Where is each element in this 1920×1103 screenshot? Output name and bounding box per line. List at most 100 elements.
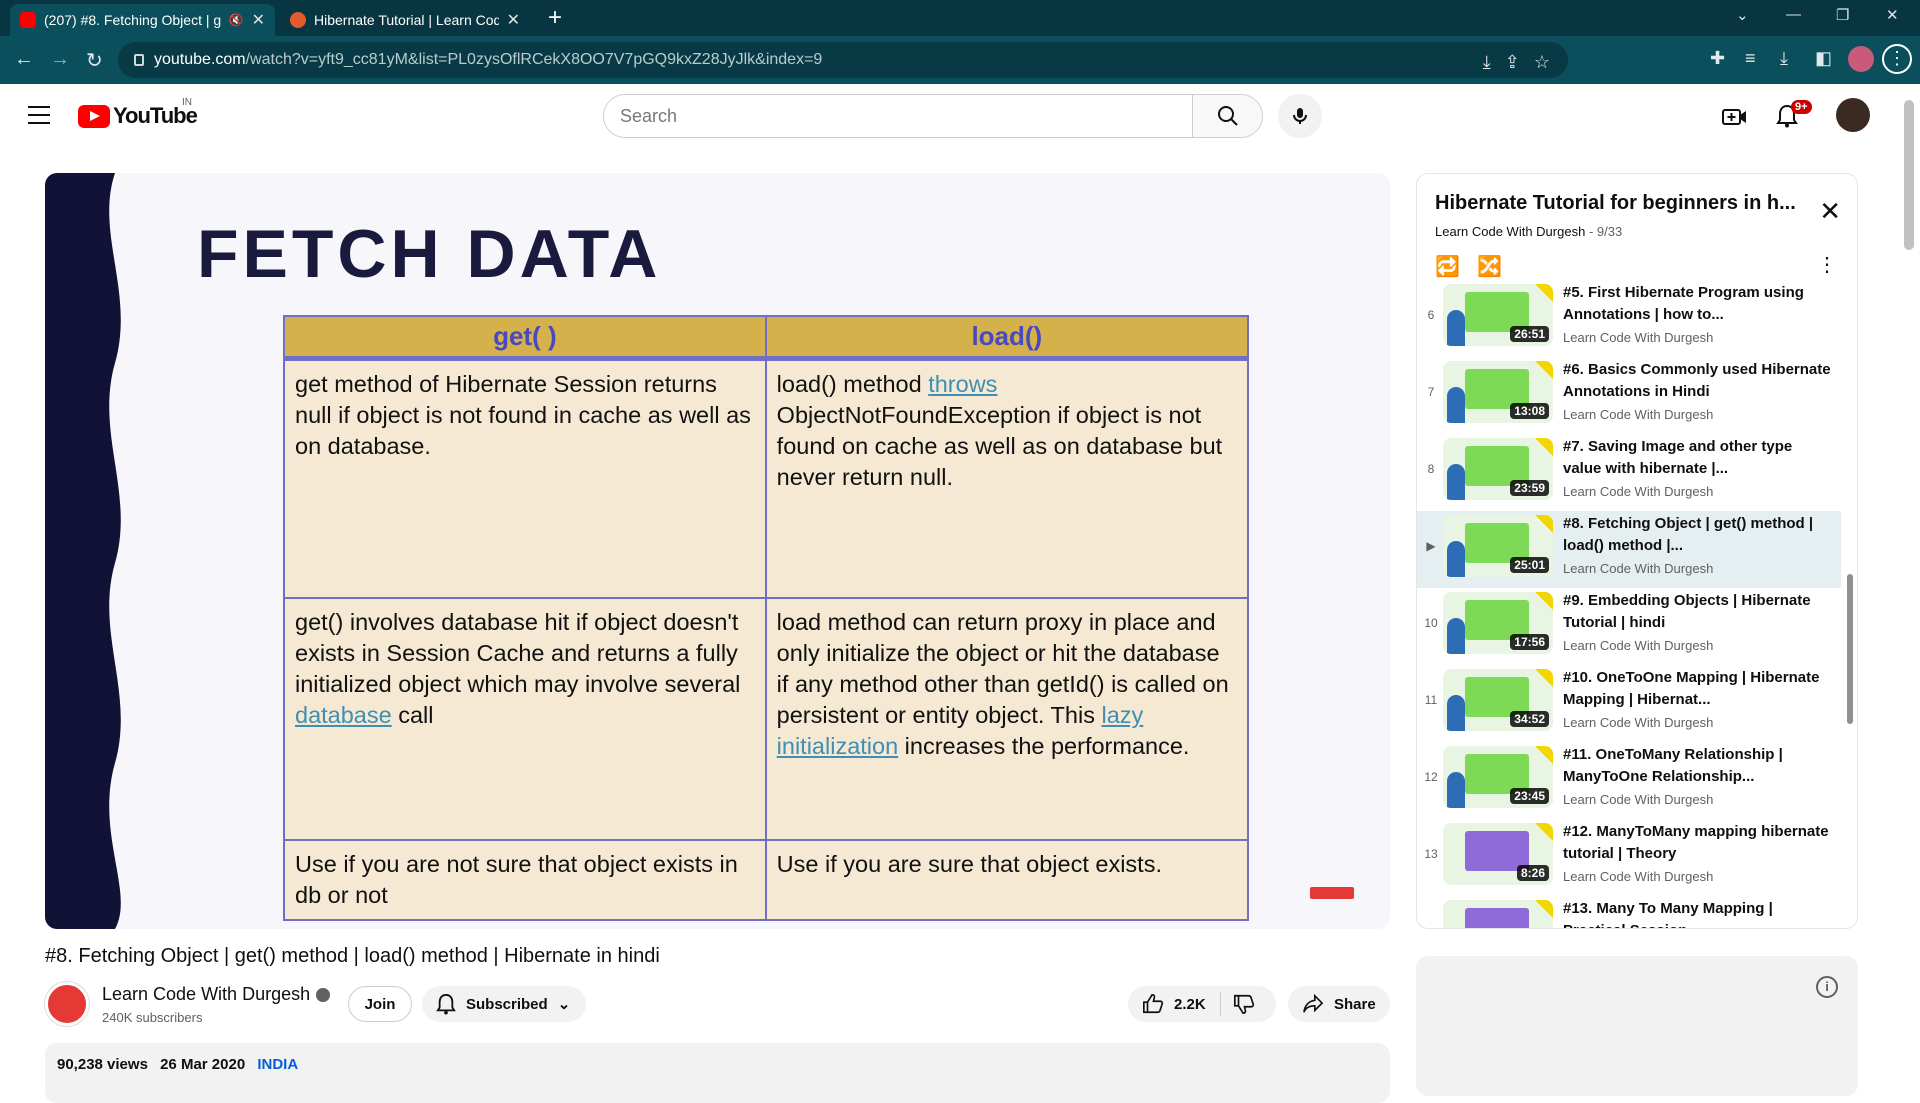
more-options-icon[interactable]: ⋮ <box>1817 252 1837 277</box>
shuffle-icon[interactable]: 🔀 <box>1477 254 1502 279</box>
playlist-item[interactable]: 11 34:52 #10. OneToOne Mapping | Hiberna… <box>1417 665 1841 742</box>
install-app-icon[interactable]: ⤓ <box>1483 52 1491 73</box>
share-button[interactable]: Share <box>1288 986 1390 1022</box>
slide-title: FETCH DATA <box>197 216 662 292</box>
join-button[interactable]: Join <box>348 986 412 1022</box>
subscribed-button[interactable]: Subscribed ⌄ <box>422 986 586 1022</box>
create-video-button[interactable] <box>1722 106 1748 133</box>
playlist-item-current[interactable]: ▶ 25:01 #8. Fetching Object | get() meth… <box>1417 511 1841 588</box>
profile-avatar[interactable] <box>1848 46 1874 72</box>
item-title[interactable]: #5. First Hibernate Program using Annota… <box>1563 282 1833 326</box>
duration-badge: 17:56 <box>1510 634 1549 650</box>
page-scrollbar[interactable] <box>1904 100 1914 250</box>
video-thumbnail[interactable]: 17:56 <box>1443 592 1553 654</box>
tab-title: Hibernate Tutorial | Learn Code <box>314 12 499 28</box>
notification-badge: 9+ <box>1791 100 1812 114</box>
playlist-title[interactable]: Hibernate Tutorial for beginners in h... <box>1435 192 1805 215</box>
item-title[interactable]: #11. OneToMany Relationship | ManyToOne … <box>1563 744 1833 788</box>
video-thumbnail[interactable]: 25:01 <box>1443 515 1553 577</box>
channel-avatar[interactable] <box>45 982 89 1026</box>
link-throws: throws <box>928 370 998 397</box>
video-thumbnail[interactable]: 26:51 <box>1443 284 1553 346</box>
close-tab-icon[interactable]: ✕ <box>507 10 520 30</box>
thumbs-down-icon[interactable] <box>1233 993 1255 1015</box>
video-thumbnail[interactable]: 13:08 <box>1443 361 1553 423</box>
close-window-icon[interactable]: ✕ <box>1886 6 1899 24</box>
maximize-icon[interactable]: ❐ <box>1836 6 1849 24</box>
browser-tab-bar: (207) #8. Fetching Object | g 🔇 ✕ Hibern… <box>0 0 1920 36</box>
thumbs-up-icon[interactable] <box>1142 993 1164 1015</box>
now-playing-icon: ▶ <box>1426 539 1436 553</box>
video-player[interactable]: FETCH DATA get( ) load() get method of H… <box>45 173 1390 929</box>
item-title[interactable]: #13. Many To Many Mapping | Practical Se… <box>1563 898 1833 928</box>
item-title[interactable]: #7. Saving Image and other type value wi… <box>1563 436 1833 480</box>
close-icon[interactable]: ✕ <box>1819 196 1841 227</box>
channel-name[interactable]: Learn Code With Durgesh <box>102 984 331 1005</box>
search-input[interactable] <box>604 95 1192 137</box>
new-tab-icon[interactable]: + <box>548 4 562 32</box>
video-thumbnail[interactable]: 34:52 <box>1443 669 1553 731</box>
comparison-table: get( ) load() get method of Hibernate Se… <box>283 315 1250 921</box>
video-thumbnail[interactable]: 23:59 <box>1443 438 1553 500</box>
item-title[interactable]: #9. Embedding Objects | Hibernate Tutori… <box>1563 590 1833 634</box>
playlist-item[interactable]: 7 13:08 #6. Basics Commonly used Hiberna… <box>1417 357 1841 434</box>
playlist-item[interactable]: 13 8:26 #12. ManyToMany mapping hibernat… <box>1417 819 1841 896</box>
ad-slot: i <box>1416 956 1858 1096</box>
browser-menu-icon[interactable]: ⋮ <box>1882 44 1912 74</box>
like-count[interactable]: 2.2K <box>1174 996 1206 1013</box>
search-button[interactable] <box>1192 95 1262 137</box>
playlist-item[interactable]: 10 17:56 #9. Embedding Objects | Hiberna… <box>1417 588 1841 665</box>
downloads-icon[interactable]: ⤓ <box>1780 48 1788 69</box>
item-title[interactable]: #10. OneToOne Mapping | Hibernate Mappin… <box>1563 667 1833 711</box>
extensions-puzzle-icon[interactable]: ✚ <box>1710 48 1725 69</box>
tab-youtube[interactable]: (207) #8. Fetching Object | g 🔇 ✕ <box>10 4 275 36</box>
speaker-muted-icon[interactable]: 🔇 <box>229 13 244 27</box>
share-label: Share <box>1334 995 1376 1013</box>
playlist-scrollbar[interactable] <box>1847 574 1853 724</box>
voice-search-button[interactable] <box>1278 94 1322 138</box>
subscribe-watermark[interactable] <box>1310 887 1354 899</box>
youtube-logo[interactable]: YouTube IN <box>78 97 198 129</box>
item-title[interactable]: #12. ManyToMany mapping hibernate tutori… <box>1563 821 1833 865</box>
video-title: #8. Fetching Object | get() method | loa… <box>45 945 660 967</box>
thumbnail-person <box>1447 695 1465 731</box>
playlist-item[interactable]: 6 26:51 #5. First Hibernate Program usin… <box>1417 280 1841 357</box>
close-tab-icon[interactable]: ✕ <box>252 10 265 30</box>
tab-learn-code[interactable]: Hibernate Tutorial | Learn Code ✕ <box>280 4 530 36</box>
bookmark-star-icon[interactable]: ☆ <box>1534 52 1550 73</box>
item-title[interactable]: #6. Basics Commonly used Hibernate Annot… <box>1563 359 1833 403</box>
loop-icon[interactable]: 🔁 <box>1435 254 1460 279</box>
video-thumbnail[interactable] <box>1443 900 1553 928</box>
forward-arrow-icon[interactable]: → <box>50 48 70 71</box>
duration-badge: 23:59 <box>1510 480 1549 496</box>
playlist-meta: Learn Code With Durgesh - 9/33 <box>1435 224 1623 239</box>
thumbnail-person <box>1447 464 1465 500</box>
hashtag-link[interactable]: INDIA <box>257 1056 298 1073</box>
video-thumbnail[interactable]: 8:26 <box>1443 823 1553 885</box>
account-avatar[interactable] <box>1836 98 1870 132</box>
description-box[interactable]: 90,238 views 26 Mar 2020 INDIA <box>45 1043 1390 1103</box>
item-title[interactable]: #8. Fetching Object | get() method | loa… <box>1563 513 1833 557</box>
playlist-channel[interactable]: Learn Code With Durgesh <box>1435 224 1585 239</box>
address-bar[interactable]: youtube.com/watch?v=yft9_cc81yM&list=PL0… <box>118 42 1568 78</box>
side-panel-icon[interactable]: ◧ <box>1815 48 1832 69</box>
cell-text: load() method <box>776 370 929 397</box>
playlist-item[interactable]: 12 23:45 #11. OneToMany Relationship | M… <box>1417 742 1841 819</box>
thumbnail-person <box>1447 541 1465 577</box>
video-thumbnail[interactable]: 23:45 <box>1443 746 1553 808</box>
hamburger-menu-icon[interactable] <box>28 106 50 130</box>
thumbnail-person <box>1447 772 1465 808</box>
playlist-item[interactable]: 8 23:59 #7. Saving Image and other type … <box>1417 434 1841 511</box>
back-arrow-icon[interactable]: ← <box>14 48 34 71</box>
reload-icon[interactable]: ↻ <box>86 48 103 73</box>
minimize-icon[interactable]: — <box>1786 6 1801 23</box>
tab-search-chevron-icon[interactable]: ⌄ <box>1736 6 1749 24</box>
playlist-item[interactable]: #13. Many To Many Mapping | Practical Se… <box>1417 896 1841 928</box>
duration-badge: 13:08 <box>1510 403 1549 419</box>
info-icon[interactable]: i <box>1816 976 1838 998</box>
share-page-icon[interactable]: ⇪ <box>1505 52 1520 73</box>
item-channel: Learn Code With Durgesh <box>1563 869 1714 884</box>
media-queue-icon[interactable]: ≡ <box>1745 48 1756 69</box>
item-index: 6 <box>1427 308 1435 322</box>
url-host: youtube.com <box>154 51 246 68</box>
